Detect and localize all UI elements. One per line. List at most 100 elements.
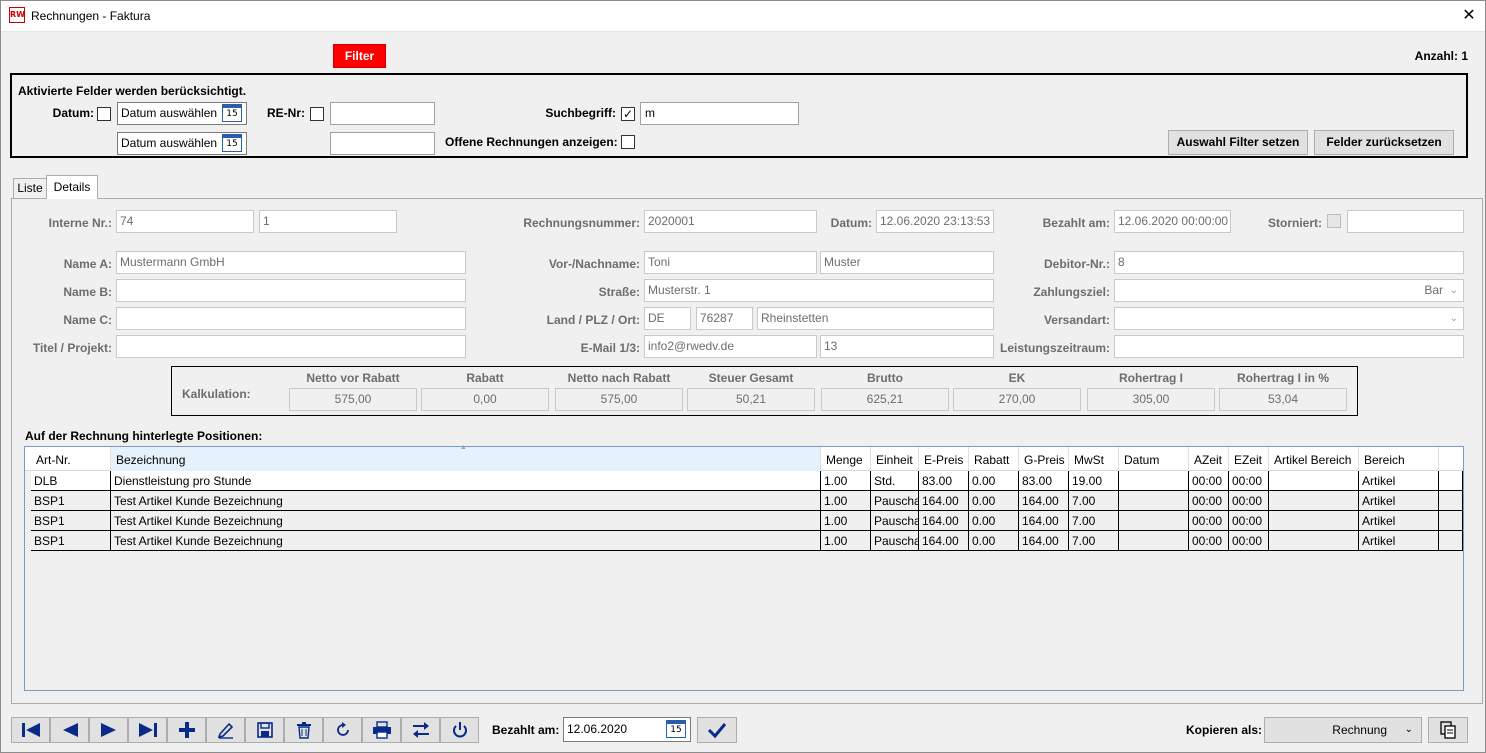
- copy-button[interactable]: [1428, 717, 1468, 743]
- tab-liste[interactable]: Liste: [13, 178, 47, 198]
- column-header[interactable]: MwSt: [1069, 447, 1119, 471]
- save-button[interactable]: [245, 717, 284, 743]
- filter-renr-checkbox[interactable]: [310, 107, 324, 121]
- power-icon: [451, 721, 469, 739]
- rechnungsnummer-field[interactable]: 2020001: [644, 210, 817, 233]
- filter-suchbegriff-checkbox[interactable]: [621, 107, 635, 121]
- table-cell: [1269, 491, 1359, 510]
- table-cell: 1.00: [821, 491, 871, 510]
- reset-fields-button[interactable]: Felder zurücksetzen: [1314, 130, 1454, 155]
- column-header[interactable]: Menge: [821, 447, 871, 471]
- interne-nr-2-field[interactable]: 1: [259, 210, 397, 233]
- next-record-button[interactable]: [89, 717, 128, 743]
- ort-field[interactable]: Rheinstetten: [757, 307, 994, 330]
- table-cell: 164.00: [1019, 491, 1069, 510]
- apply-filter-button[interactable]: Auswahl Filter setzen: [1168, 130, 1308, 155]
- table-cell: 164.00: [919, 511, 969, 530]
- refresh-button[interactable]: [323, 717, 362, 743]
- print-button[interactable]: [362, 717, 401, 743]
- name-a-field[interactable]: Mustermann GmbH: [116, 251, 466, 274]
- column-header[interactable]: Art-Nr.: [31, 447, 111, 471]
- calendar-icon[interactable]: 15: [666, 720, 686, 738]
- tab-details[interactable]: Details: [46, 175, 98, 199]
- previous-record-button[interactable]: [50, 717, 89, 743]
- plz-field[interactable]: 76287: [696, 307, 753, 330]
- email-field[interactable]: info2@rwedv.de: [644, 335, 817, 358]
- table-cell: Pauscha: [871, 511, 919, 530]
- titel-projekt-label: Titel / Projekt:: [32, 341, 112, 355]
- table-row[interactable]: BSP1 Test Artikel Kunde Bezeichnung 1.00 Pa…: [31, 511, 1463, 531]
- table-cell: 00:00: [1229, 511, 1269, 530]
- table-row[interactable]: BSP1 Test Artikel Kunde Bezeichnung 1.00 Pa…: [31, 531, 1463, 551]
- email-3-field[interactable]: 13: [820, 335, 994, 358]
- kopieren-als-label: Kopieren als:: [1186, 723, 1263, 737]
- column-header[interactable]: E-Preis: [919, 447, 969, 471]
- kalkulation-panel: Kalkulation: Netto vor Rabatt 575,00 Rabat…: [171, 366, 1358, 416]
- table-cell: 0.00: [969, 511, 1019, 530]
- table-cell: [1439, 511, 1463, 530]
- column-header[interactable]: Datum: [1119, 447, 1189, 471]
- filter-heading: Aktivierte Felder werden berücksichtigt.: [18, 84, 247, 98]
- date-from-picker[interactable]: Datum auswählen 15: [117, 102, 247, 125]
- offene-rechnungen-checkbox[interactable]: [621, 135, 635, 149]
- bezahlt-am-picker[interactable]: 12.06.2020 15: [563, 717, 691, 742]
- edit-button[interactable]: [206, 717, 245, 743]
- first-record-button[interactable]: [11, 717, 50, 743]
- versandart-dropdown[interactable]: ⌄: [1114, 307, 1464, 330]
- power-button[interactable]: [440, 717, 479, 743]
- table-cell: [1269, 471, 1359, 490]
- confirm-button[interactable]: [697, 717, 737, 743]
- renr-to-input[interactable]: [330, 132, 435, 155]
- leistungszeitraum-field[interactable]: [1114, 335, 1464, 358]
- debitor-nr-label: Debitor-Nr.:: [1044, 257, 1110, 271]
- storniert-checkbox[interactable]: [1327, 214, 1341, 228]
- zahlungsziel-dropdown[interactable]: Bar ⌄: [1114, 279, 1464, 302]
- sort-ascending-icon: ▲: [460, 444, 467, 451]
- column-header[interactable]: Rabatt: [969, 447, 1019, 471]
- column-header[interactable]: EZeit: [1229, 447, 1269, 471]
- column-header[interactable]: Artikel Bereich: [1269, 447, 1359, 471]
- column-header[interactable]: G-Preis: [1019, 447, 1069, 471]
- column-header[interactable]: Einheit: [871, 447, 919, 471]
- table-cell: 1.00: [821, 511, 871, 530]
- delete-button[interactable]: [284, 717, 323, 743]
- date-to-picker[interactable]: Datum auswählen 15: [117, 132, 247, 155]
- vorname-field[interactable]: Toni: [644, 251, 817, 274]
- filter-button[interactable]: Filter: [333, 44, 386, 68]
- name-c-field[interactable]: [116, 307, 466, 330]
- bezahlt-am-value: 12.06.2020: [567, 722, 628, 736]
- storniert-field[interactable]: [1347, 210, 1464, 233]
- bezahlt-am-field[interactable]: 12.06.2020 00:00:00: [1114, 210, 1231, 233]
- column-header[interactable]: Bereich: [1359, 447, 1439, 471]
- name-b-field[interactable]: [116, 279, 466, 302]
- record-count: Anzahl: 1: [1414, 49, 1468, 63]
- filter-datum-checkbox[interactable]: [97, 107, 111, 121]
- column-header[interactable]: AZeit: [1189, 447, 1229, 471]
- table-cell: Test Artikel Kunde Bezeichnung: [111, 531, 821, 550]
- datum-field[interactable]: 12.06.2020 23:13:53: [876, 210, 994, 233]
- suchbegriff-input[interactable]: m: [640, 102, 799, 125]
- interne-nr-field[interactable]: 74: [116, 210, 254, 233]
- renr-from-input[interactable]: [330, 102, 435, 125]
- titel-projekt-field[interactable]: [116, 335, 466, 358]
- last-record-button[interactable]: [128, 717, 167, 743]
- calendar-icon[interactable]: 15: [222, 134, 242, 152]
- kopieren-als-dropdown[interactable]: Rechnung ⌄: [1264, 717, 1422, 743]
- debitor-nr-field[interactable]: 8: [1114, 251, 1464, 274]
- swap-button[interactable]: [401, 717, 440, 743]
- strasse-field[interactable]: Musterstr. 1: [644, 279, 994, 302]
- table-cell: Artikel: [1359, 511, 1439, 530]
- close-window-button[interactable]: ✕: [1456, 4, 1482, 28]
- positions-grid[interactable]: Art-Nr. Bezeichnung Menge Einheit E-Preis Rab…: [24, 444, 1464, 691]
- add-button[interactable]: [167, 717, 206, 743]
- table-cell: 7.00: [1069, 511, 1119, 530]
- table-row[interactable]: BSP1 Test Artikel Kunde Bezeichnung 1.00 Pa…: [31, 491, 1463, 511]
- edit-icon: [217, 721, 235, 739]
- kalkulation-header: Steuer Gesamt: [708, 371, 794, 385]
- calendar-icon[interactable]: 15: [222, 104, 242, 122]
- land-field[interactable]: DE: [644, 307, 691, 330]
- land-plz-ort-label: Land / PLZ / Ort:: [546, 313, 640, 327]
- nachname-field[interactable]: Muster: [820, 251, 994, 274]
- table-row[interactable]: DLB Dienstleistung pro Stunde 1.00 Std. 83.0…: [31, 471, 1463, 491]
- kopieren-als-value: Rechnung: [1332, 723, 1387, 737]
